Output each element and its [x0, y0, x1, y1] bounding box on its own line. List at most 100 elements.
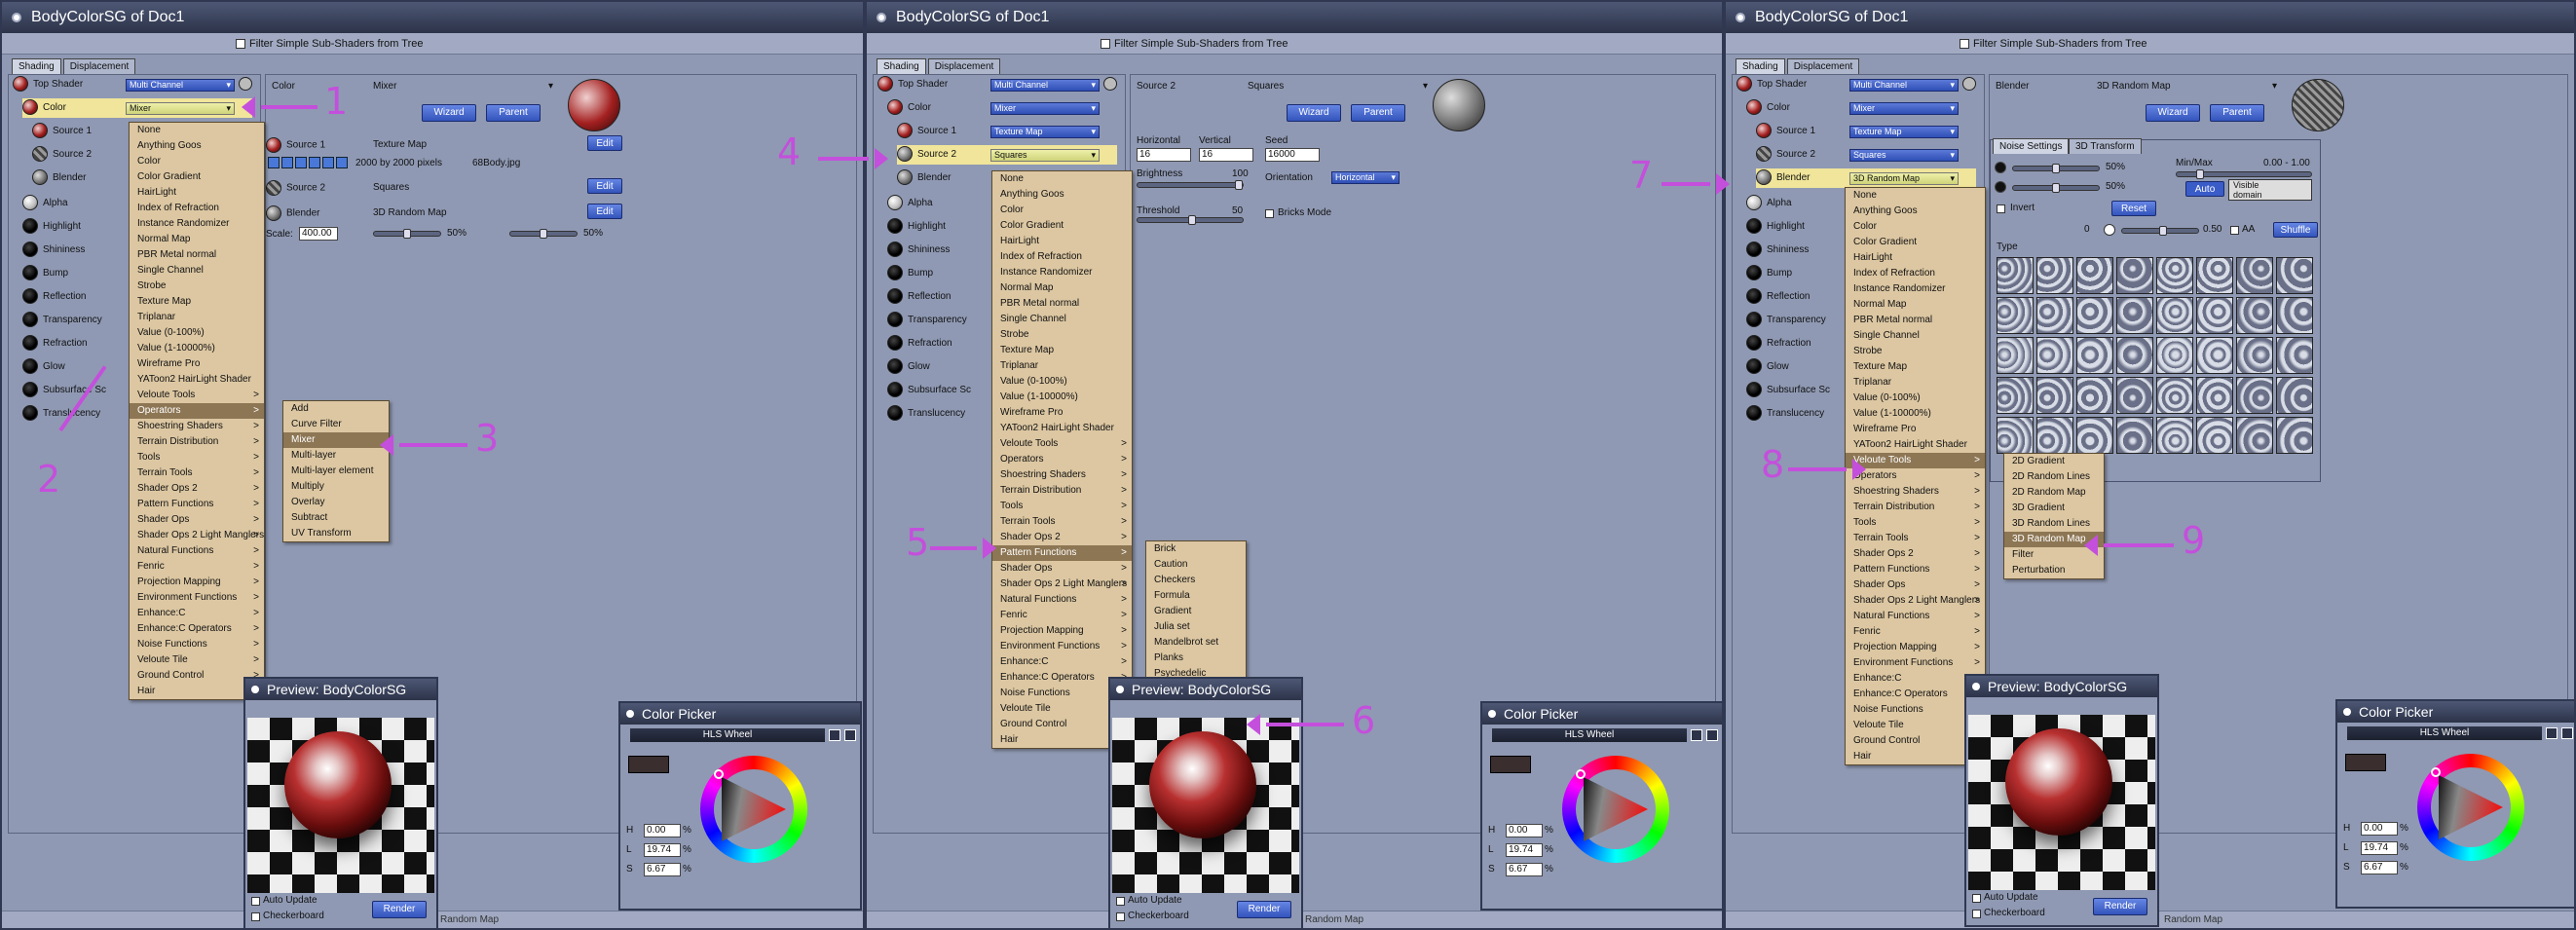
- menu-item[interactable]: Shoestring Shaders: [1846, 484, 1985, 500]
- noise-type-thumbnail[interactable]: [2276, 337, 2313, 374]
- menu-item[interactable]: Mixer: [283, 432, 389, 448]
- window-titlebar[interactable]: BodyColorSG of Doc1: [2, 2, 863, 33]
- menu-item[interactable]: Caution: [1146, 557, 1246, 573]
- blend-slider-2[interactable]: [509, 229, 578, 239]
- tree-top-shader-dropdown[interactable]: Multi Channel: [126, 79, 235, 92]
- source2-edit-button[interactable]: Edit: [587, 178, 622, 194]
- menu-item[interactable]: Triplanar: [992, 358, 1132, 374]
- menu-item[interactable]: Wireframe Pro: [992, 405, 1132, 421]
- close-icon[interactable]: [626, 710, 634, 718]
- hue-marker-icon[interactable]: [2431, 767, 2441, 777]
- noise-type-thumbnail[interactable]: [2076, 417, 2113, 454]
- menu-item[interactable]: Gradient: [1146, 604, 1246, 619]
- image-tool-icon[interactable]: [322, 157, 334, 168]
- color-swatch[interactable]: [1490, 756, 1531, 773]
- image-tool-icon[interactable]: [281, 157, 293, 168]
- tab-shading[interactable]: Shading: [1736, 58, 1785, 74]
- close-icon[interactable]: [1116, 686, 1124, 693]
- menu-item[interactable]: Anything Goos: [1846, 204, 1985, 219]
- hls-color-wheel[interactable]: [2417, 754, 2524, 861]
- tab-displacement[interactable]: Displacement: [1786, 58, 1860, 74]
- hls-mode-bar[interactable]: HLS Wheel: [630, 728, 825, 742]
- menu-item[interactable]: None: [1846, 188, 1985, 204]
- picker-s-input[interactable]: 6.67: [644, 863, 681, 876]
- reset-button[interactable]: Reset: [2111, 201, 2156, 216]
- slider-thumb[interactable]: [403, 229, 411, 239]
- noise-type-thumbnail[interactable]: [2196, 257, 2233, 294]
- menu-item[interactable]: HairLight: [992, 234, 1132, 249]
- menu-item[interactable]: Terrain Tools: [1846, 531, 1985, 546]
- menu-item[interactable]: Shoestring Shaders: [992, 467, 1132, 483]
- orientation-dropdown[interactable]: Horizontal: [1331, 171, 1400, 184]
- noise-type-thumbnail[interactable]: [2236, 417, 2273, 454]
- menu-item[interactable]: Color Gradient: [130, 169, 264, 185]
- window-titlebar[interactable]: BodyColorSG of Doc1: [867, 2, 1722, 33]
- close-icon[interactable]: [1972, 683, 1980, 690]
- invert-checkbox[interactable]: [1997, 205, 2005, 213]
- menu-item[interactable]: Shader Ops: [992, 561, 1132, 577]
- menu-item[interactable]: Veloute Tools: [992, 436, 1132, 452]
- menu-item[interactable]: 3D Random Lines: [2004, 516, 2104, 532]
- menu-item[interactable]: Terrain Distribution: [992, 483, 1132, 499]
- close-icon[interactable]: [877, 13, 886, 22]
- menu-item[interactable]: Veloute Tools: [130, 388, 264, 403]
- menu-item[interactable]: Projection Mapping: [1846, 640, 1985, 655]
- gear-icon[interactable]: [1103, 77, 1117, 91]
- noise-slider-1[interactable]: [2012, 164, 2100, 173]
- noise-type-thumbnail[interactable]: [2116, 377, 2153, 414]
- threshold-slider[interactable]: [1137, 215, 1244, 225]
- minmax-slider[interactable]: [2176, 169, 2312, 179]
- noise-type-thumbnail[interactable]: [1997, 297, 2034, 334]
- menu-item[interactable]: Shader Ops: [1846, 577, 1985, 593]
- menu-item[interactable]: None: [130, 123, 264, 138]
- noise-type-thumbnail[interactable]: [1997, 337, 2034, 374]
- tree-source2-dropdown[interactable]: Squares: [1849, 149, 1959, 162]
- tab-shading[interactable]: Shading: [12, 58, 61, 74]
- auto-button[interactable]: Auto: [2185, 181, 2224, 197]
- menu-item[interactable]: Color: [992, 203, 1132, 218]
- tree-source2-dropdown[interactable]: Squares: [990, 149, 1100, 162]
- slider-thumb[interactable]: [1235, 180, 1243, 190]
- menu-item[interactable]: Value (1-10000%): [992, 390, 1132, 405]
- menu-item[interactable]: Planks: [1146, 651, 1246, 666]
- menu-item[interactable]: Fenric: [992, 608, 1132, 623]
- menu-item[interactable]: Normal Map: [992, 280, 1132, 296]
- slider-thumb[interactable]: [540, 229, 547, 239]
- noise-type-thumbnail[interactable]: [2156, 257, 2193, 294]
- source1-edit-button[interactable]: Edit: [587, 135, 622, 151]
- menu-item[interactable]: PBR Metal normal: [130, 247, 264, 263]
- menu-item[interactable]: PBR Metal normal: [992, 296, 1132, 312]
- menu-item[interactable]: Normal Map: [130, 232, 264, 247]
- tab-3d-transform[interactable]: 3D Transform: [2069, 138, 2142, 154]
- close-icon[interactable]: [1736, 13, 1745, 22]
- menu-item[interactable]: Terrain Tools: [130, 465, 264, 481]
- menu-item[interactable]: Projection Mapping: [992, 623, 1132, 639]
- noise-type-thumbnail[interactable]: [2276, 297, 2313, 334]
- filter-checkbox[interactable]: [1101, 39, 1110, 49]
- menu-item[interactable]: Anything Goos: [992, 187, 1132, 203]
- menu-item[interactable]: Natural Functions: [992, 592, 1132, 608]
- checkerboard-checkbox[interactable]: [251, 912, 260, 921]
- menu-item[interactable]: Color: [130, 154, 264, 169]
- tab-displacement[interactable]: Displacement: [927, 58, 1001, 74]
- menu-item[interactable]: Shader Ops 2: [992, 530, 1132, 545]
- menu-item[interactable]: Natural Functions: [1846, 609, 1985, 624]
- menu-item[interactable]: Single Channel: [130, 263, 264, 279]
- menu-item[interactable]: Terrain Tools: [992, 514, 1132, 530]
- minimize-icon[interactable]: [2561, 727, 2573, 739]
- menu-item[interactable]: Multiply: [283, 479, 389, 495]
- wizard-button[interactable]: Wizard: [2146, 104, 2200, 122]
- render-button[interactable]: Render: [2093, 898, 2147, 915]
- menu-item[interactable]: Julia set: [1146, 619, 1246, 635]
- noise-type-thumbnail[interactable]: [2116, 337, 2153, 374]
- picker-l-input[interactable]: 19.74: [1506, 843, 1543, 857]
- menu-item[interactable]: Pattern Functions: [1846, 562, 1985, 577]
- hue-marker-icon[interactable]: [714, 769, 724, 779]
- menu-item[interactable]: Value (0-100%): [130, 325, 264, 341]
- close-icon[interactable]: [1488, 710, 1496, 718]
- seed-input[interactable]: 16000: [1265, 148, 1320, 162]
- render-button[interactable]: Render: [1237, 901, 1291, 918]
- noise-type-thumbnail[interactable]: [2156, 297, 2193, 334]
- picker-h-input[interactable]: 0.00: [644, 824, 681, 837]
- menu-item[interactable]: Normal Map: [1846, 297, 1985, 313]
